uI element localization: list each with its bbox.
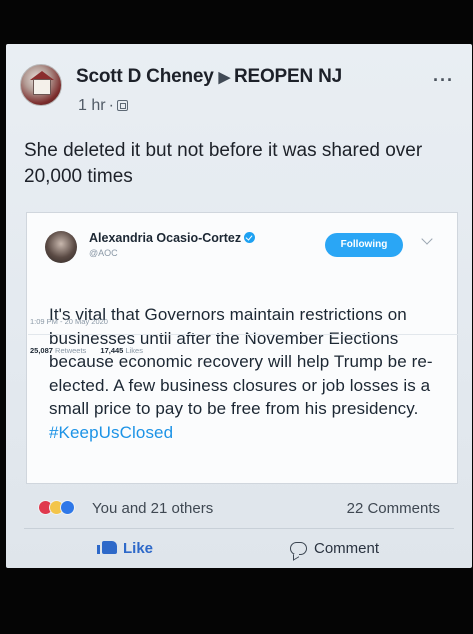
globe-icon — [116, 100, 128, 111]
tweet-author[interactable]: Alexandria Ocasio-Cortez — [89, 231, 256, 245]
reaction-icons[interactable] — [38, 500, 88, 516]
tweet-author-name: Alexandria Ocasio-Cortez — [89, 231, 242, 245]
reactions-count[interactable]: You and 21 others — [92, 500, 213, 517]
following-button[interactable]: Following — [325, 233, 403, 257]
tweet-stats: 25,087 Retweets 17,445 Likes — [30, 346, 143, 355]
tweet-body: It's vital that Governors maintain restr… — [49, 303, 445, 444]
group-name[interactable]: REOPEN NJ — [234, 66, 342, 87]
likes-count: 17,445 — [100, 346, 124, 355]
like-button[interactable]: Like — [97, 540, 154, 557]
more-icon[interactable]: ··· — [433, 70, 454, 91]
actions-divider — [24, 528, 454, 529]
tweet-avatar[interactable] — [45, 231, 77, 263]
hashtag-link[interactable]: #KeepUsClosed — [49, 423, 173, 442]
post-time[interactable]: 1 hr — [78, 97, 106, 114]
comment-label: Comment — [314, 540, 380, 557]
tweet-handle: @AOC — [89, 248, 118, 258]
author-line: Scott D Cheney ▶ REOPEN NJ — [76, 66, 342, 88]
author-name[interactable]: Scott D Cheney — [76, 66, 214, 87]
retweets-label: Retweets — [55, 346, 87, 355]
avatar-house — [33, 79, 51, 95]
retweets-count: 25,087 — [30, 346, 53, 355]
likes-label: Likes — [125, 346, 143, 355]
post-header: Scott D Cheney ▶ REOPEN NJ 1 hr · ··· — [20, 64, 462, 124]
bubble-icon — [290, 542, 307, 555]
arrow-right-icon: ▶ — [218, 69, 231, 86]
tweet-timestamp: 1:09 PM - 20 May 2020 — [30, 317, 108, 326]
chevron-down-icon[interactable] — [421, 233, 433, 245]
like-label: Like — [123, 540, 154, 557]
separator-dot: · — [108, 97, 114, 114]
post-meta: 1 hr · — [78, 97, 128, 115]
tweet-divider — [28, 334, 458, 335]
comment-button[interactable]: Comment — [290, 540, 379, 557]
facebook-post: Scott D Cheney ▶ REOPEN NJ 1 hr · ··· She d… — [6, 44, 472, 568]
like-icon — [60, 500, 75, 515]
avatar[interactable] — [20, 64, 62, 106]
post-text: She deleted it but not before it was sha… — [24, 140, 423, 187]
reactions-bar: You and 21 others 22 Comments — [24, 498, 460, 522]
thumb-icon — [97, 541, 117, 554]
comments-count[interactable]: 22 Comments — [347, 500, 440, 517]
verified-icon — [244, 232, 256, 243]
